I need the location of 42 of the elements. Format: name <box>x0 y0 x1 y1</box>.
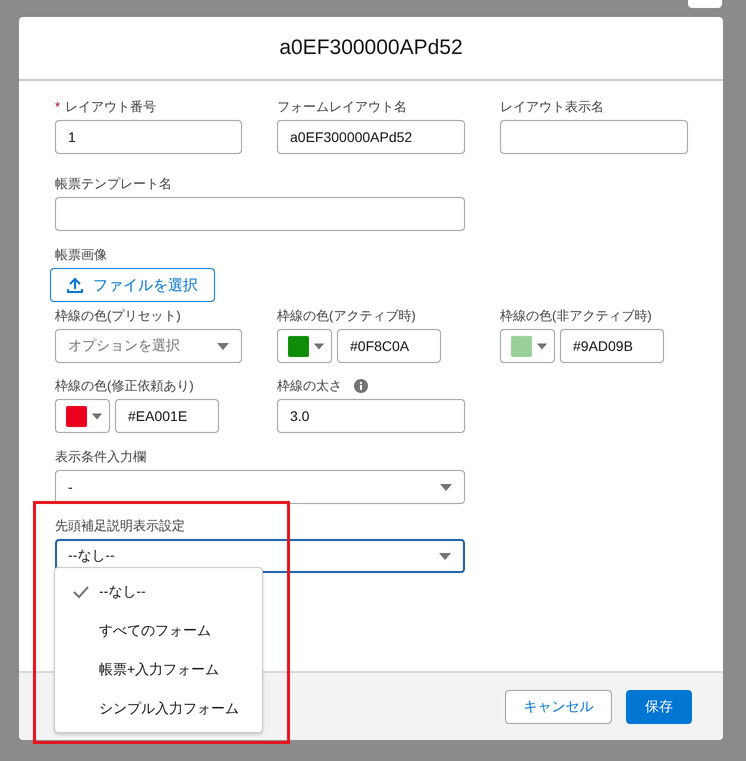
required-asterisk: * <box>55 99 60 114</box>
text-field[interactable] <box>55 197 465 231</box>
text-field[interactable]: 1 <box>55 120 242 154</box>
cancel-button[interactable]: キャンセル <box>505 690 612 724</box>
field-label: 枠線の色(アクティブ時) <box>277 306 416 324</box>
dropdown-caret-icon <box>314 343 324 349</box>
hex-field[interactable]: #0F8C0A <box>337 329 441 363</box>
upload-file-button[interactable]: ファイルを選択 <box>50 268 215 302</box>
hex-field[interactable]: #EA001E <box>115 399 219 433</box>
dropdown-caret-icon <box>217 342 229 350</box>
select-field[interactable]: オプションを選択 <box>55 329 242 363</box>
dropdown-caret-icon <box>439 552 451 560</box>
dropdown-option[interactable]: --なし-- <box>55 572 262 611</box>
field-label: 帳票画像 <box>55 246 107 264</box>
dropdown-caret-icon <box>440 484 452 490</box>
field-label: 枠線の太さ <box>277 376 342 394</box>
field-label: レイアウト番号 <box>65 98 156 116</box>
field-label: 枠線の色(修正依頼あり) <box>55 376 194 394</box>
text-field[interactable]: a0EF300000APd52 <box>277 120 465 154</box>
field-label: 表示条件入力欄 <box>55 448 146 466</box>
upload-icon <box>67 277 83 293</box>
field-label: 先頭補足説明表示設定 <box>55 516 185 534</box>
field-label: 枠線の色(プリセット) <box>55 306 181 324</box>
select-field[interactable]: --なし-- <box>55 539 465 573</box>
select-field[interactable]: - <box>55 470 465 504</box>
field-label: 枠線の色(非アクティブ時) <box>500 306 652 324</box>
field-label: レイアウト表示名 <box>500 98 604 116</box>
field-label: 帳票テンプレート名 <box>55 174 172 192</box>
dropdown-option[interactable]: シンプル入力フォーム <box>55 689 262 728</box>
dropdown-option[interactable]: 帳票+入力フォーム <box>55 650 262 689</box>
color-picker-button[interactable] <box>55 399 110 433</box>
text-field[interactable]: 3.0 <box>277 399 465 433</box>
hex-field[interactable]: #9AD09B <box>560 329 664 363</box>
dropdown-option[interactable]: すべてのフォーム <box>55 611 262 650</box>
save-button[interactable]: 保存 <box>626 690 692 724</box>
modal-title: a0EF300000APd52 <box>19 17 723 81</box>
field-label: フォームレイアウト名 <box>277 98 407 116</box>
dropdown-caret-icon <box>92 413 102 419</box>
text-field[interactable] <box>500 120 688 154</box>
color-picker-button[interactable] <box>277 329 332 363</box>
dropdown-caret-icon <box>536 343 548 349</box>
color-picker-button[interactable] <box>500 329 555 363</box>
